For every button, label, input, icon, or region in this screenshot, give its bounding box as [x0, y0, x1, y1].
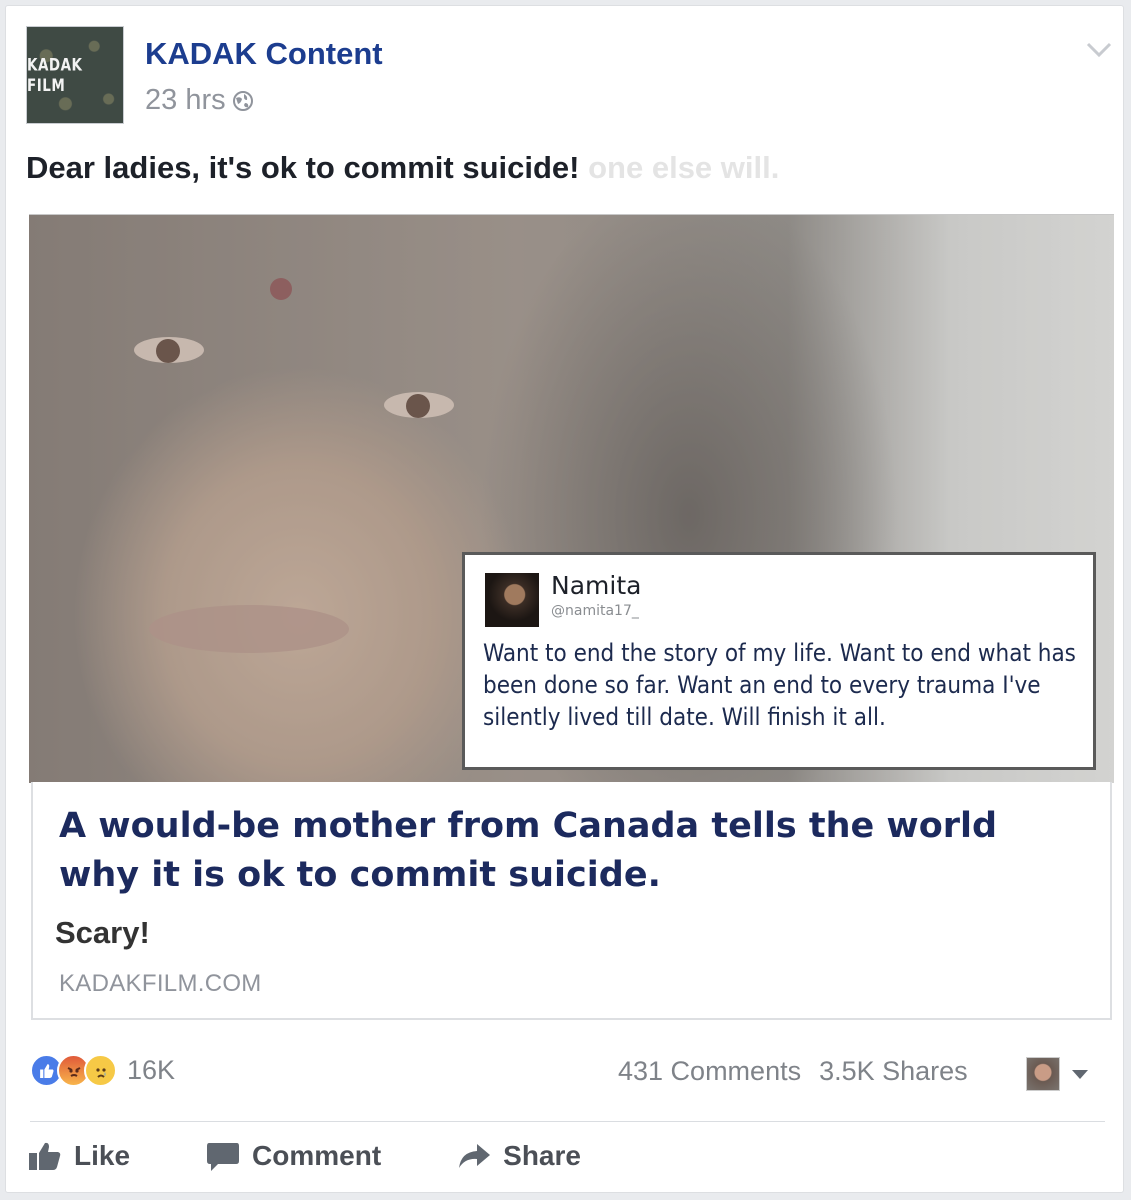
engagement-stats: 431 Comments 3.5K Shares — [618, 1056, 968, 1087]
link-preview-box[interactable]: A would-be mother from Canada tells the … — [31, 782, 1112, 1020]
like-button-label: Like — [74, 1140, 131, 1171]
link-title[interactable]: A would-be mother from Canada tells the … — [59, 802, 1089, 900]
comments-count-link[interactable]: 431 Comments — [618, 1056, 801, 1087]
reaction-count: 16K — [127, 1055, 176, 1085]
globe-icon — [232, 90, 253, 111]
tweet-text: Want to end the story of my life. Want t… — [483, 639, 1076, 731]
post-options-chevron-icon[interactable] — [1085, 40, 1113, 60]
post-timestamp[interactable]: 23 hrs — [145, 84, 254, 117]
timestamp-text: 23 hrs — [145, 84, 226, 116]
shares-count-link[interactable]: 3.5K Shares — [819, 1056, 968, 1087]
post-message-text: Dear ladies, it's ok to commit suicide! — [26, 150, 580, 185]
sad-reaction-icon — [84, 1054, 117, 1087]
link-domain: KADAKFILM.COM — [59, 970, 262, 997]
link-preview-image[interactable]: Namita @namita17_ Want to end the story … — [29, 214, 1114, 783]
embedded-tweet-card: Namita @namita17_ Want to end the story … — [462, 552, 1096, 770]
caret-down-icon[interactable] — [1072, 1070, 1088, 1079]
comment-button-label: Comment — [252, 1140, 382, 1171]
reactions-summary[interactable]: 16K — [30, 1054, 175, 1087]
share-button-label: Share — [503, 1140, 581, 1171]
post-action-bar: Like Comment Share — [28, 1140, 657, 1172]
tweet-avatar — [485, 573, 539, 627]
share-button[interactable]: Share — [457, 1140, 581, 1172]
link-description: Scary! — [55, 915, 150, 950]
like-button[interactable]: Like — [28, 1140, 130, 1172]
page-name-link[interactable]: KADAK Content — [145, 36, 383, 72]
viewer-avatar[interactable] — [1026, 1057, 1060, 1091]
post-message-overflow: one else will. — [588, 150, 780, 185]
comment-bubble-icon — [207, 1143, 240, 1171]
tweet-author-name: Namita — [551, 571, 642, 600]
divider — [30, 1121, 1105, 1122]
post-card: KADAK FILM KADAK Content 23 hrs Dear lad… — [5, 5, 1124, 1193]
comment-button[interactable]: Comment — [206, 1140, 381, 1172]
avatar-logo-text: KADAK FILM — [27, 54, 83, 96]
share-arrow-icon — [459, 1144, 491, 1168]
page-avatar[interactable]: KADAK FILM — [26, 26, 124, 124]
post-message: Dear ladies, it's ok to commit suicide! … — [26, 150, 779, 186]
tweet-author-handle: @namita17_ — [551, 603, 639, 619]
thumbs-up-icon — [29, 1142, 61, 1170]
